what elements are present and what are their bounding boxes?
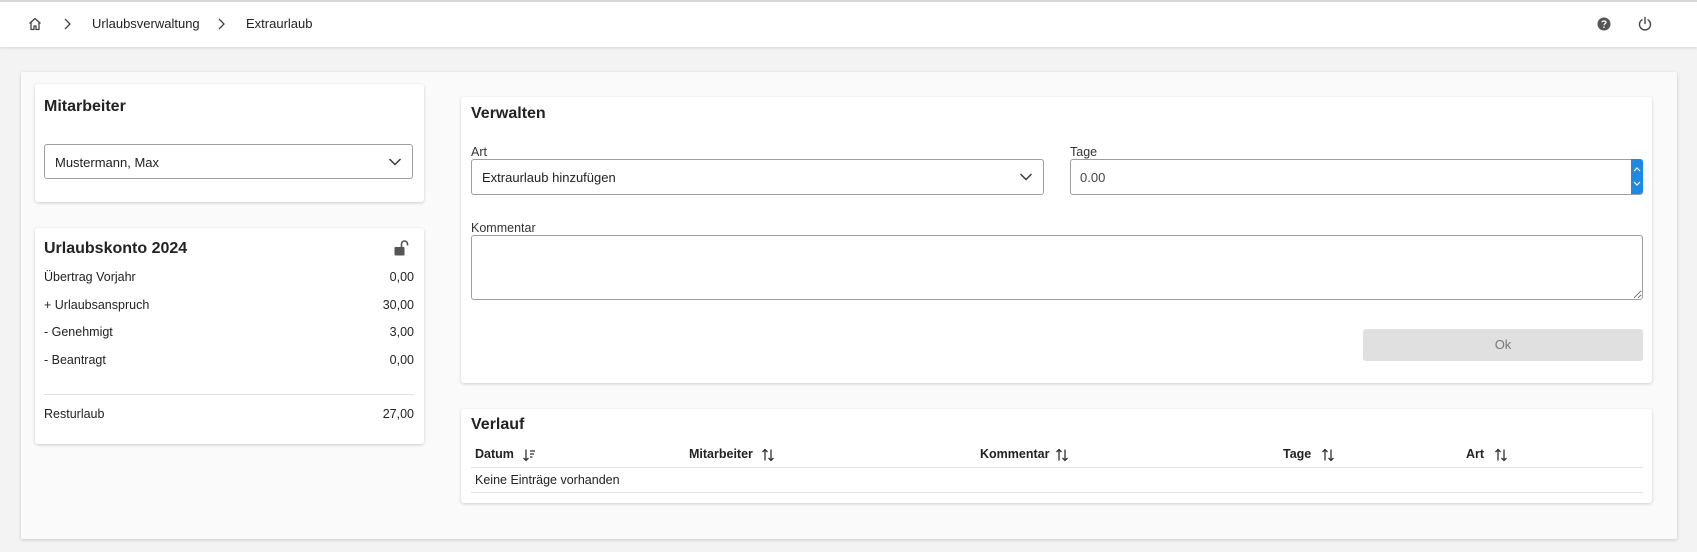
chevron-down-icon[interactable] — [1633, 181, 1641, 187]
sort-icon[interactable] — [1494, 448, 1508, 462]
comment-label: Kommentar — [471, 221, 536, 235]
rest-label: Resturlaub — [44, 407, 105, 421]
vacation-account-title: Urlaubskonto 2024 — [44, 240, 188, 257]
tage-label: Tage — [1070, 145, 1098, 159]
account-row: - Beantragt 0,00 — [44, 353, 414, 371]
home-icon[interactable] — [27, 16, 43, 32]
account-row: - Genehmigt 3,00 — [44, 325, 414, 343]
employee-select-value: Mustermann, Max — [55, 155, 160, 170]
tage-input[interactable]: 0.00 — [1070, 159, 1643, 195]
column-header-label: Art — [1466, 447, 1485, 461]
employee-card: Mitarbeiter Mustermann, Max — [35, 84, 424, 202]
art-select-value: Extraurlaub hinzufügen — [482, 170, 616, 185]
sort-icon[interactable] — [761, 448, 775, 462]
column-header-art[interactable]: Art — [1466, 447, 1507, 462]
table-header-divider — [471, 467, 1643, 468]
breadcrumb-item-urlaubsverwaltung[interactable]: Urlaubsverwaltung — [92, 16, 200, 31]
empty-table-message: Keine Einträge vorhanden — [475, 473, 620, 487]
column-header-label: Mitarbeiter — [689, 447, 753, 461]
sort-icon[interactable] — [1055, 448, 1069, 462]
chevron-down-icon — [1020, 173, 1032, 181]
manage-card-title: Verwalten — [471, 105, 546, 122]
column-header-label: Kommentar — [980, 447, 1050, 461]
chevron-down-icon — [389, 158, 401, 166]
account-row-value: 0,00 — [389, 353, 414, 367]
column-header-label: Tage — [1283, 447, 1312, 461]
power-icon[interactable] — [1636, 15, 1654, 33]
account-row-label: - Genehmigt — [44, 325, 113, 339]
account-row: + Urlaubsanspruch 30,00 — [44, 298, 414, 316]
rest-value: 27,00 — [382, 407, 414, 421]
breadcrumb-item-extraurlaub: Extraurlaub — [246, 16, 313, 31]
table-bottom-divider — [471, 492, 1643, 493]
account-row-label: + Urlaubsanspruch — [44, 298, 150, 312]
account-row: Übertrag Vorjahr 0,00 — [44, 270, 414, 288]
top-bar: Urlaubsverwaltung Extraurlaub — [0, 0, 1697, 47]
chevron-up-icon[interactable] — [1633, 166, 1641, 172]
sort-icon[interactable] — [1321, 448, 1335, 462]
account-row-value: 0,00 — [389, 270, 414, 284]
column-header-tage[interactable]: Tage — [1283, 447, 1334, 462]
tage-input-value: 0.00 — [1080, 170, 1106, 185]
art-select[interactable]: Extraurlaub hinzufügen — [471, 159, 1044, 195]
column-header-datum[interactable]: Datum — [475, 447, 535, 462]
account-row-value: 3,00 — [389, 325, 414, 339]
sort-desc-icon[interactable] — [522, 448, 536, 462]
tage-stepper[interactable] — [1631, 159, 1643, 194]
account-row-value: 30,00 — [382, 298, 414, 312]
account-divider — [44, 394, 414, 395]
account-row-label: - Beantragt — [44, 353, 106, 367]
employee-card-title: Mitarbeiter — [44, 98, 126, 115]
account-row-label: Übertrag Vorjahr — [44, 270, 136, 284]
unlock-icon[interactable] — [393, 239, 409, 257]
history-card-title: Verlauf — [471, 416, 525, 433]
chevron-right-icon — [218, 18, 225, 30]
column-header-kommentar[interactable]: Kommentar — [980, 447, 1068, 462]
art-label: Art — [471, 145, 487, 159]
comment-field[interactable] — [471, 235, 1643, 300]
account-rest-row: Resturlaub 27,00 — [44, 407, 414, 425]
employee-select[interactable]: Mustermann, Max — [44, 144, 413, 179]
help-icon[interactable] — [1595, 15, 1613, 33]
chevron-right-icon — [64, 18, 71, 30]
column-header-mitarbeiter[interactable]: Mitarbeiter — [689, 447, 774, 462]
column-header-label: Datum — [475, 447, 514, 461]
ok-button[interactable]: Ok — [1363, 329, 1643, 361]
